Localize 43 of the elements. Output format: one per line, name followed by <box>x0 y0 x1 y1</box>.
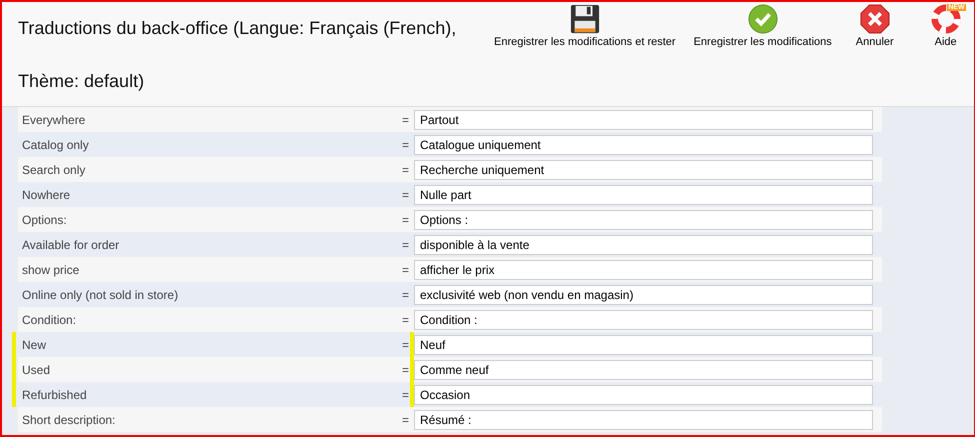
string-label: Condition: <box>22 312 76 326</box>
translation-field[interactable]: Occasion <box>414 384 873 404</box>
translation-field[interactable]: Nulle part <box>414 184 873 204</box>
equals-sign: = <box>402 138 410 152</box>
translation-field[interactable]: Comme neuf <box>414 360 873 380</box>
string-label: Used <box>22 362 50 376</box>
translation-field[interactable]: Options : <box>414 210 873 230</box>
equals-sign: = <box>402 312 410 326</box>
equals-sign: = <box>402 212 410 226</box>
string-label: New <box>22 338 46 352</box>
translation-field[interactable]: Catalogue uniquement <box>414 134 873 154</box>
string-label: show price <box>22 262 80 276</box>
translation-field[interactable]: Résumé : <box>414 410 873 430</box>
translation-field[interactable]: exclusivité web (non vendu en magasin) <box>414 284 873 304</box>
translation-field[interactable]: Condition : <box>414 310 873 330</box>
toolbar-button[interactable]: Annuler <box>856 4 894 48</box>
toolbar-button[interactable]: Enregistrer les modifications <box>694 4 832 48</box>
translation-field[interactable]: Neuf <box>414 334 873 354</box>
string-label: Refurbished <box>22 388 87 402</box>
equals-sign: = <box>402 338 410 352</box>
toolbar-button[interactable]: Enregistrer les modifications et rester <box>494 4 676 48</box>
equals-sign: = <box>402 162 410 176</box>
equals-sign: = <box>402 412 410 426</box>
translation-field[interactable]: afficher le prix <box>414 260 873 280</box>
string-label: Everywhere <box>22 112 86 126</box>
translation-field[interactable]: Partout <box>414 110 873 130</box>
equals-sign: = <box>402 388 410 402</box>
equals-sign: = <box>402 238 410 252</box>
translation-field[interactable]: Recherche uniquement <box>414 160 873 180</box>
string-label: Catalog only <box>22 138 89 152</box>
equals-sign: = <box>402 262 410 276</box>
string-label: Available for order <box>22 238 120 252</box>
equals-sign: = <box>402 288 410 302</box>
translation-field[interactable]: disponible à la vente <box>414 234 873 254</box>
equals-sign: = <box>402 362 410 376</box>
equals-sign: = <box>402 188 410 202</box>
string-label: Online only (not sold in store) <box>22 288 178 302</box>
page-title: Traductions du back-office (Langue: Français (French), Thème: default) <box>18 17 458 93</box>
string-label: Options: <box>22 212 67 226</box>
string-label: Short description: <box>22 412 116 426</box>
string-label: Nowhere <box>22 188 70 202</box>
string-label: Search only <box>22 162 86 176</box>
equals-sign: = <box>402 112 410 126</box>
